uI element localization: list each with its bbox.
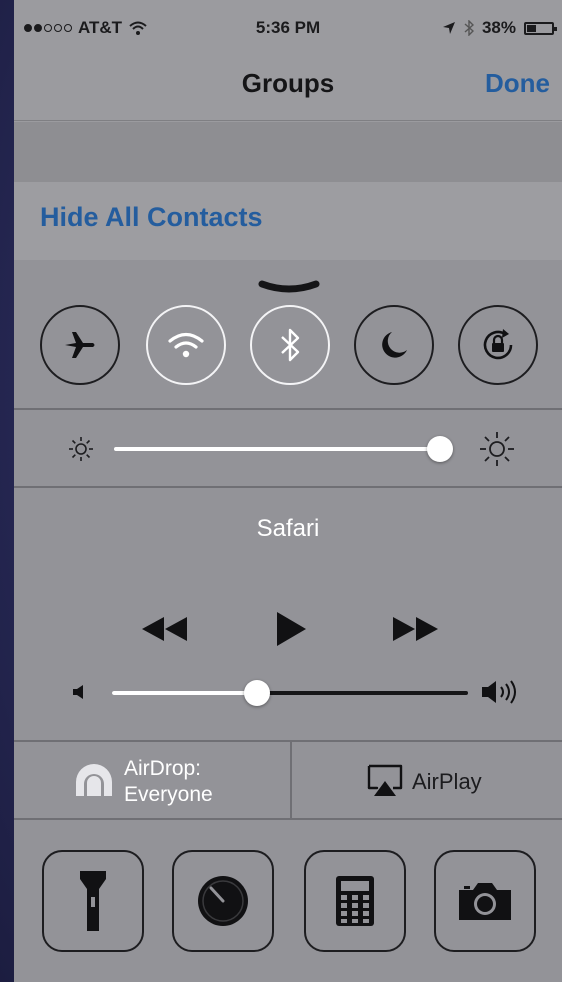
rewind-button[interactable] xyxy=(140,614,190,644)
wifi-toggle[interactable] xyxy=(146,305,226,385)
divider xyxy=(14,818,562,820)
volume-knob[interactable] xyxy=(244,680,270,706)
flashlight-button[interactable] xyxy=(42,850,144,952)
divider xyxy=(14,120,562,121)
bluetooth-toggle[interactable] xyxy=(250,305,330,385)
airdrop-button[interactable]: AirDrop: Everyone xyxy=(14,742,290,818)
divider xyxy=(14,486,562,488)
location-arrow-icon xyxy=(442,22,455,34)
wifi-icon xyxy=(168,332,204,358)
brightness-knob[interactable] xyxy=(427,436,453,462)
done-button[interactable]: Done xyxy=(485,68,550,99)
hide-all-contacts-row[interactable]: Hide All Contacts xyxy=(14,182,562,260)
rotation-lock-icon xyxy=(483,329,513,360)
airplay-button[interactable]: AirPlay xyxy=(292,742,562,818)
camera-button[interactable] xyxy=(434,850,536,952)
airdrop-label: AirDrop: xyxy=(124,757,202,780)
fast-forward-button[interactable] xyxy=(390,614,440,644)
play-button[interactable] xyxy=(274,610,308,648)
bluetooth-status-icon xyxy=(464,20,474,36)
airdrop-icon xyxy=(76,764,112,796)
flashlight-icon xyxy=(80,871,106,931)
brightness-low-icon xyxy=(69,437,93,461)
toggle-row xyxy=(14,300,562,410)
moon-icon xyxy=(382,332,407,358)
divider xyxy=(14,408,562,410)
volume-slider[interactable] xyxy=(112,676,468,710)
do-not-disturb-toggle[interactable] xyxy=(354,305,434,385)
timer-button[interactable] xyxy=(172,850,274,952)
airplane-mode-toggle[interactable] xyxy=(40,305,120,385)
rotation-lock-toggle[interactable] xyxy=(458,305,538,385)
bluetooth-icon xyxy=(281,328,300,362)
calculator-button[interactable] xyxy=(304,850,406,952)
volume-track-filled xyxy=(112,691,257,695)
brightness-slider[interactable] xyxy=(114,432,456,466)
now-playing-app: Safari xyxy=(256,515,320,542)
navigation-bar: Groups Done xyxy=(14,50,562,120)
timer-icon xyxy=(198,876,248,926)
section-spacer xyxy=(14,122,562,182)
battery-percent: 38% xyxy=(481,18,516,37)
page-title: Groups xyxy=(241,68,335,98)
airdrop-value: Everyone xyxy=(124,783,213,806)
status-bar: AT&T 5:36 PM 38% xyxy=(14,0,562,50)
control-center: Safari AirDrop: Everyone AirPlay xyxy=(14,260,562,982)
battery-icon xyxy=(524,21,557,35)
phone-screen: AT&T 5:36 PM 38% Groups Done Hide All Co… xyxy=(14,0,562,982)
brightness-high-icon xyxy=(480,432,514,466)
airplay-label: AirPlay xyxy=(412,769,482,794)
camera-icon xyxy=(459,883,511,920)
airplane-icon xyxy=(65,332,95,358)
airplay-icon xyxy=(367,764,403,796)
airdrop-label-group: AirDrop: Everyone xyxy=(124,756,213,808)
brightness-track-filled xyxy=(114,447,440,451)
hide-all-contacts-label: Hide All Contacts xyxy=(40,202,263,232)
grabber-chevron-icon[interactable] xyxy=(258,278,320,298)
volume-low-icon xyxy=(73,685,83,699)
volume-high-icon xyxy=(482,680,516,704)
calculator-icon xyxy=(336,876,374,926)
